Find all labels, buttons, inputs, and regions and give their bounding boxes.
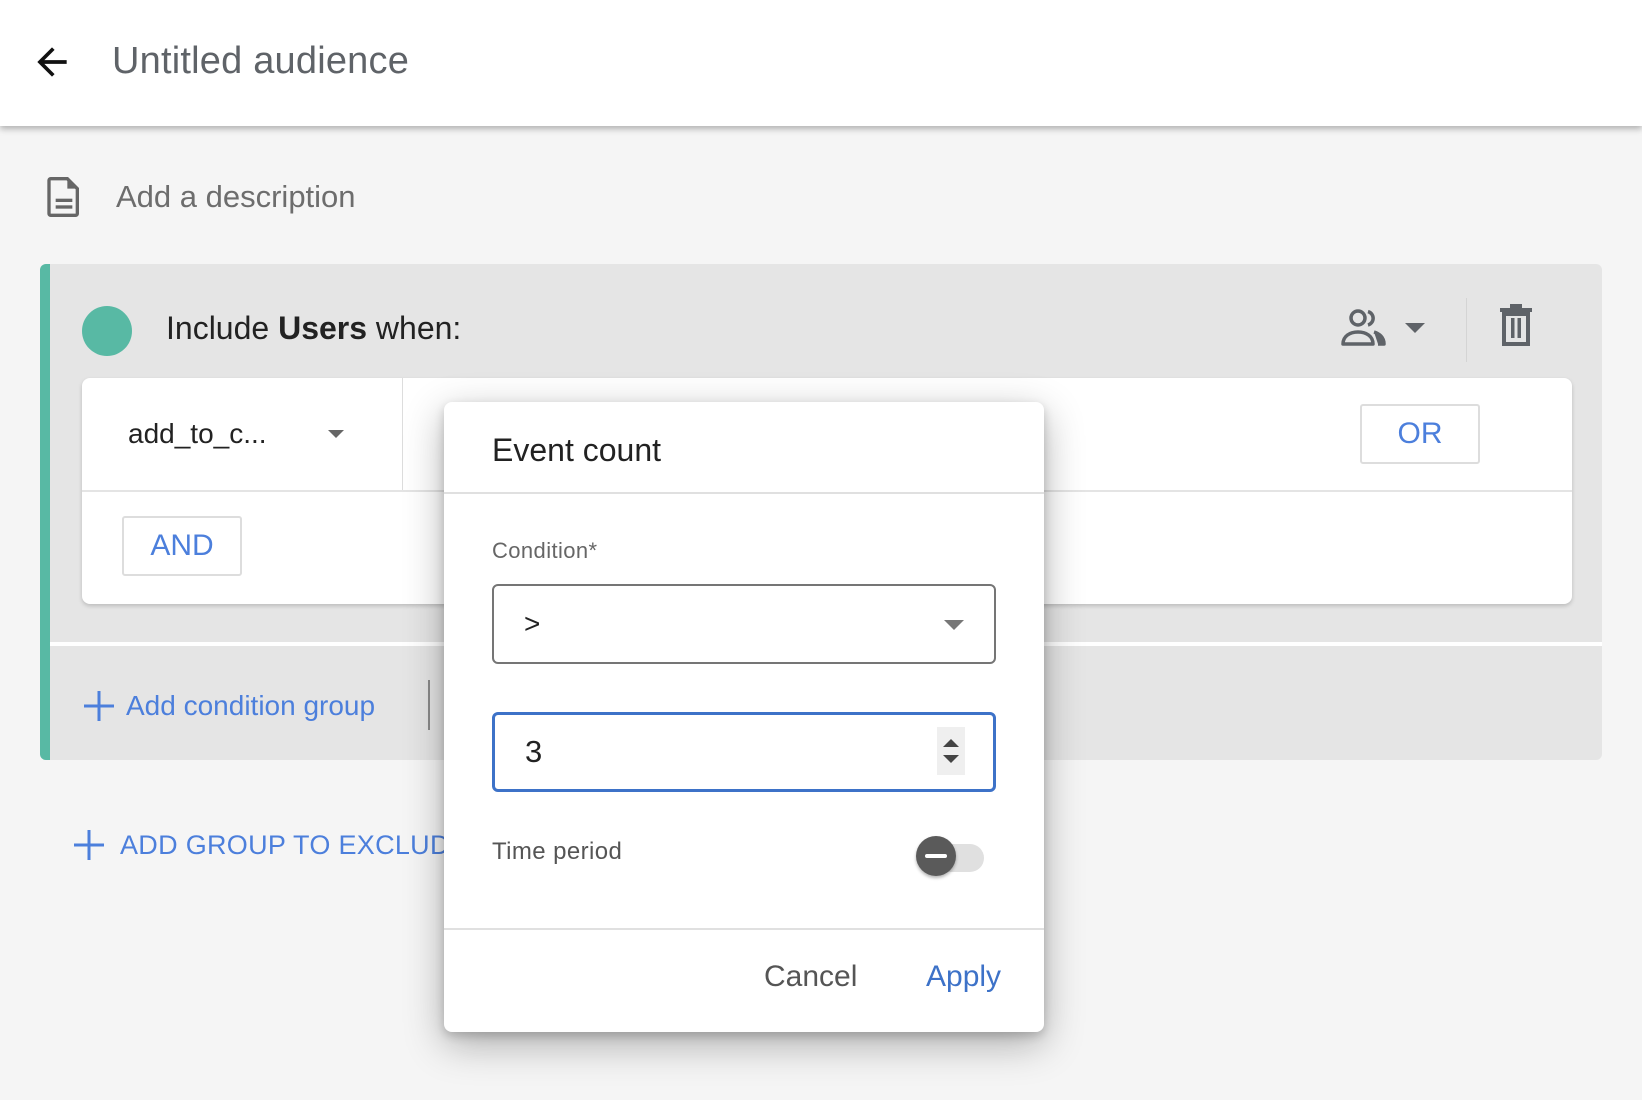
- people-icon: [1341, 309, 1386, 346]
- include-prefix: Include: [166, 310, 279, 346]
- stepper-up-icon[interactable]: [943, 739, 959, 747]
- number-stepper[interactable]: [937, 727, 965, 775]
- plus-icon: [84, 691, 114, 721]
- apply-button[interactable]: Apply: [926, 960, 1001, 994]
- dialog-header-divider: [444, 492, 1044, 494]
- card-divider: [402, 378, 403, 490]
- or-button[interactable]: OR: [1360, 404, 1480, 464]
- footer-divider: [428, 680, 430, 730]
- chevron-down-icon: [944, 620, 964, 630]
- description-placeholder[interactable]: Add a description: [116, 179, 356, 215]
- cancel-button[interactable]: Cancel: [764, 960, 857, 994]
- add-group-to-exclude-label: ADD GROUP TO EXCLUDE: [120, 829, 469, 860]
- dialog-footer-divider: [444, 928, 1044, 930]
- group-color-dot: [82, 306, 132, 356]
- dialog-title: Event count: [492, 432, 661, 468]
- group-accent-bar: [40, 264, 50, 760]
- and-button[interactable]: AND: [122, 516, 242, 576]
- scope-label: Users: [278, 310, 368, 346]
- stepper-down-icon[interactable]: [943, 755, 959, 763]
- event-name: add_to_c...: [128, 418, 267, 449]
- chevron-down-icon: [328, 430, 344, 438]
- condition-select[interactable]: >: [492, 584, 996, 664]
- add-condition-group-button[interactable]: Add condition group: [82, 682, 375, 730]
- app-header: Untitled audience: [0, 0, 1642, 126]
- header-divider: [1466, 298, 1467, 362]
- time-period-toggle[interactable]: [916, 836, 986, 876]
- event-count-dialog: Event count Condition* > Time period Can…: [444, 402, 1044, 1032]
- include-heading: Include Users when:: [166, 310, 461, 347]
- delete-group-button[interactable]: [1496, 302, 1546, 352]
- condition-label: Condition*: [492, 538, 598, 563]
- back-button[interactable]: [30, 40, 74, 84]
- toggle-knob-minus-icon: [916, 836, 956, 876]
- condition-value: >: [524, 608, 541, 639]
- event-selector[interactable]: add_to_c...: [82, 378, 402, 490]
- page-title: Untitled audience: [112, 40, 410, 82]
- chevron-down-icon: [1405, 323, 1425, 333]
- trash-icon: [1500, 304, 1532, 346]
- add-condition-group-label: Add condition group: [126, 690, 376, 721]
- add-group-to-exclude-button[interactable]: ADD GROUP TO EXCLUDE: [72, 820, 468, 870]
- arrow-back-icon: [37, 47, 67, 77]
- include-suffix: when:: [367, 310, 462, 346]
- plus-icon: [74, 830, 104, 860]
- document-icon: [47, 177, 79, 217]
- description-field[interactable]: Add a description: [44, 172, 356, 222]
- event-count-input[interactable]: [525, 734, 905, 770]
- scope-dropdown[interactable]: [1340, 300, 1450, 356]
- time-period-label: Time period: [492, 838, 623, 865]
- event-count-input-wrapper: [492, 712, 996, 792]
